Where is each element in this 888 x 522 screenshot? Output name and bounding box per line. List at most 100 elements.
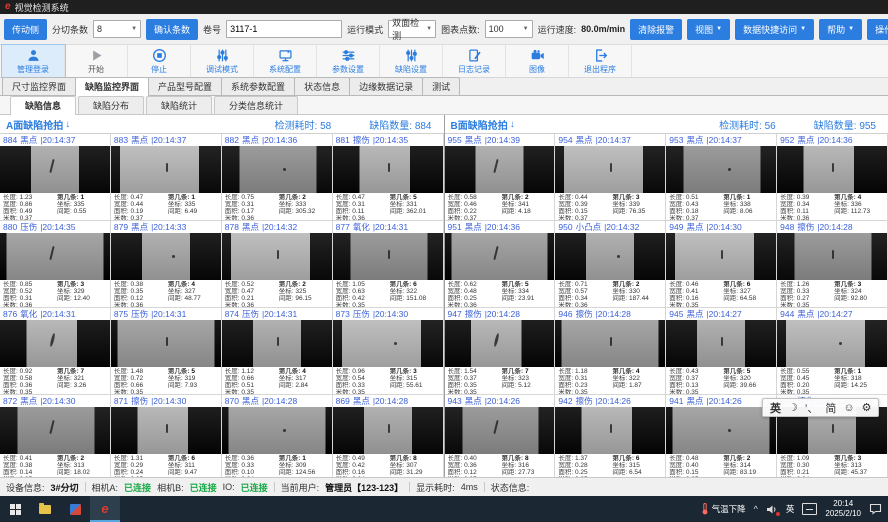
exit-program-button[interactable]: 退出程序 [569, 45, 632, 77]
ime-punct-toggle[interactable]: ’、 [805, 400, 818, 416]
defect-cell[interactable]: 944黑点|20:14:27 长度: 0.55 宽度: 0.45 面积: 0.2… [777, 308, 888, 395]
defect-cell[interactable]: 953黑点|20:14:37 长度: 0.51 宽度: 0.43 面积: 0.1… [666, 134, 777, 221]
defect-cell[interactable]: 947擦伤|20:14:28 长度: 1.54 宽度: 0.37 面积: 0.3… [445, 308, 556, 395]
defect-thumbnail-image[interactable] [222, 146, 332, 193]
defect-thumbnail-image[interactable] [777, 146, 887, 193]
tray-language-indicator[interactable]: 英 [786, 503, 795, 515]
defect-thumbnail-image[interactable] [222, 233, 332, 280]
subtab-defect-info[interactable]: 缺陷信息 [10, 96, 76, 115]
panel-a-title[interactable]: A面缺陷抢拍↓ [6, 117, 70, 132]
defect-thumbnail-image[interactable] [555, 233, 665, 280]
defect-cell[interactable]: 881擦伤|20:14:35 长度: 0.47 宽度: 0.31 面积: 0.1… [333, 134, 444, 221]
ime-simplified-toggle[interactable]: 简 [825, 400, 836, 416]
start-button[interactable] [0, 496, 30, 522]
defect-thumbnail-image[interactable] [111, 233, 221, 280]
slit-count-dropdown[interactable]: 8 ▼ [93, 20, 141, 38]
defect-cell[interactable]: 943黑点|20:14:26 长度: 0.40 宽度: 0.36 面积: 0.1… [445, 395, 556, 482]
defect-thumbnail-image[interactable] [666, 146, 776, 193]
subtab-defect-stats[interactable]: 缺陷统计 [146, 96, 212, 114]
defect-cell[interactable]: 870黑点|20:14:28 长度: 0.36 宽度: 0.33 面积: 0.1… [222, 395, 333, 482]
defect-cell[interactable]: 875压伤|20:14:31 长度: 1.48 宽度: 0.72 面积: 0.6… [111, 308, 222, 395]
defect-thumbnail-image[interactable] [445, 233, 555, 280]
defect-thumbnail-image[interactable] [333, 407, 443, 454]
tray-expand-button[interactable]: ^ [754, 504, 758, 514]
taskbar-clock[interactable]: 20:14 2025/2/10 [825, 499, 861, 518]
defect-thumbnail-image[interactable] [666, 407, 776, 454]
chart-points-dropdown[interactable]: 100 ▼ [485, 20, 533, 38]
defect-thumbnail-image[interactable] [0, 320, 110, 367]
defect-cell[interactable]: 941黑点|20:14:26 长度: 0.48 宽度: 0.40 面积: 0.1… [666, 395, 777, 482]
operator-side-button[interactable]: 操作侧 [867, 19, 888, 40]
tab-size-monitor[interactable]: 尺寸监控界面 [2, 77, 76, 95]
defect-cell[interactable]: 879黑点|20:14:33 长度: 0.38 宽度: 0.35 面积: 0.1… [111, 221, 222, 308]
emoji-icon[interactable]: ☺ [843, 402, 854, 414]
data-access-menu-button[interactable]: 数据快捷访问▼ [735, 19, 814, 40]
weather-widget[interactable]: 气温下降 [701, 503, 746, 515]
defect-thumbnail-image[interactable] [333, 320, 443, 367]
defect-thumbnail-image[interactable] [222, 320, 332, 367]
defect-cell[interactable]: 878黑点|20:14:32 长度: 0.52 宽度: 0.47 面积: 0.2… [222, 221, 333, 308]
defect-thumbnail-image[interactable] [777, 320, 887, 367]
volume-button[interactable] [766, 504, 778, 515]
defect-thumbnail-image[interactable] [0, 233, 110, 280]
keyboard-icon[interactable] [802, 503, 817, 515]
system-config-button[interactable]: 系统配置 [254, 45, 317, 77]
drive-side-button[interactable]: 传动侧 [4, 19, 47, 40]
defect-cell[interactable]: 942擦伤|20:14:26 长度: 1.37 宽度: 0.28 面积: 0.2… [555, 395, 666, 482]
defect-thumbnail-image[interactable] [111, 320, 221, 367]
defect-cell[interactable]: 884黑点|20:14:37 长度: 1.23 宽度: 0.86 面积: 0.4… [0, 134, 111, 221]
defect-cell[interactable]: 950小凸点|20:14:32 长度: 0.71 宽度: 0.57 面积: 0.… [555, 221, 666, 308]
defect-thumbnail-image[interactable] [333, 146, 443, 193]
subtab-defect-distribution[interactable]: 缺陷分布 [78, 96, 144, 114]
defect-thumbnail-image[interactable] [445, 320, 555, 367]
defect-thumbnail-image[interactable] [445, 407, 555, 454]
pinned-app-button[interactable] [60, 496, 90, 522]
start-button[interactable]: 开始 [65, 45, 128, 77]
defect-thumbnail-image[interactable] [111, 146, 221, 193]
tab-product-model-config[interactable]: 产品型号配置 [148, 77, 222, 95]
defect-thumbnail-image[interactable] [111, 407, 221, 454]
defect-thumbnail-image[interactable] [222, 407, 332, 454]
tab-defect-monitor[interactable]: 缺陷监控界面 [75, 77, 149, 96]
defect-cell[interactable]: 877氧化|20:14:31 长度: 1.05 宽度: 0.63 面积: 0.4… [333, 221, 444, 308]
defect-cell[interactable]: 951黑点|20:14:36 长度: 0.62 宽度: 0.48 面积: 0.2… [445, 221, 556, 308]
defect-cell[interactable]: 945黑点|20:14:27 长度: 0.43 宽度: 0.37 面积: 0.1… [666, 308, 777, 395]
defect-thumbnail-image[interactable] [333, 233, 443, 280]
tab-system-param-config[interactable]: 系统参数配置 [221, 77, 295, 95]
active-app-button[interactable]: e [90, 496, 120, 522]
tab-status-info[interactable]: 状态信息 [294, 77, 350, 95]
defect-cell[interactable]: 946擦伤|20:14:28 长度: 1.18 宽度: 0.31 面积: 0.2… [555, 308, 666, 395]
run-mode-dropdown[interactable]: 双面检测 ▼ [388, 20, 436, 38]
defect-thumbnail-image[interactable] [666, 233, 776, 280]
defect-thumbnail-image[interactable] [555, 146, 665, 193]
defect-settings-button[interactable]: 缺陷设置 [380, 45, 443, 77]
defect-cell[interactable]: 871擦伤|20:14:30 长度: 1.31 宽度: 0.29 面积: 0.2… [111, 395, 222, 482]
view-menu-button[interactable]: 视图▼ [687, 19, 730, 40]
panel-b-title[interactable]: B面缺陷抢拍↓ [451, 117, 515, 132]
stop-button[interactable]: 停止 [128, 45, 191, 77]
defect-cell[interactable]: 883黑点|20:14:37 长度: 0.47 宽度: 0.44 面积: 0.1… [111, 134, 222, 221]
debug-mode-button[interactable]: 调试模式 [191, 45, 254, 77]
tab-test[interactable]: 测试 [422, 77, 460, 95]
defect-cell[interactable]: 952黑点|20:14:36 长度: 0.39 宽度: 0.34 面积: 0.1… [777, 134, 888, 221]
log-record-button[interactable]: 日志记录 [443, 45, 506, 77]
defect-cell[interactable]: 873压伤|20:14:30 长度: 0.96 宽度: 0.54 面积: 0.3… [333, 308, 444, 395]
admin-login-button[interactable]: 管理登录 [2, 45, 65, 77]
defect-thumbnail-image[interactable] [0, 407, 110, 454]
defect-thumbnail-image[interactable] [666, 320, 776, 367]
defect-cell[interactable]: 876氧化|20:14:31 长度: 0.92 宽度: 0.58 面积: 0.3… [0, 308, 111, 395]
defect-cell[interactable]: 948擦伤|20:14:28 长度: 1.26 宽度: 0.33 面积: 0.2… [777, 221, 888, 308]
defect-thumbnail-image[interactable] [555, 407, 665, 454]
image-button[interactable]: 图像 [506, 45, 569, 77]
defect-cell[interactable]: 882黑点|20:14:36 长度: 0.75 宽度: 0.31 面积: 0.1… [222, 134, 333, 221]
defect-cell[interactable]: 949黑点|20:14:30 长度: 0.46 宽度: 0.41 面积: 0.1… [666, 221, 777, 308]
defect-cell[interactable]: 955黑点|20:14:39 长度: 0.58 宽度: 0.46 面积: 0.2… [445, 134, 556, 221]
roll-number-input[interactable] [226, 20, 342, 38]
confirm-count-button[interactable]: 确认条数 [146, 19, 198, 40]
subtab-class-info-stats[interactable]: 分类信息统计 [214, 96, 298, 114]
defect-thumbnail-image[interactable] [777, 233, 887, 280]
defect-thumbnail-image[interactable] [0, 146, 110, 193]
clear-alarm-button[interactable]: 清除报警 [630, 19, 682, 40]
gear-icon[interactable]: ⚙ [862, 401, 872, 414]
tab-edge-data-record[interactable]: 边缘数据记录 [349, 77, 423, 95]
